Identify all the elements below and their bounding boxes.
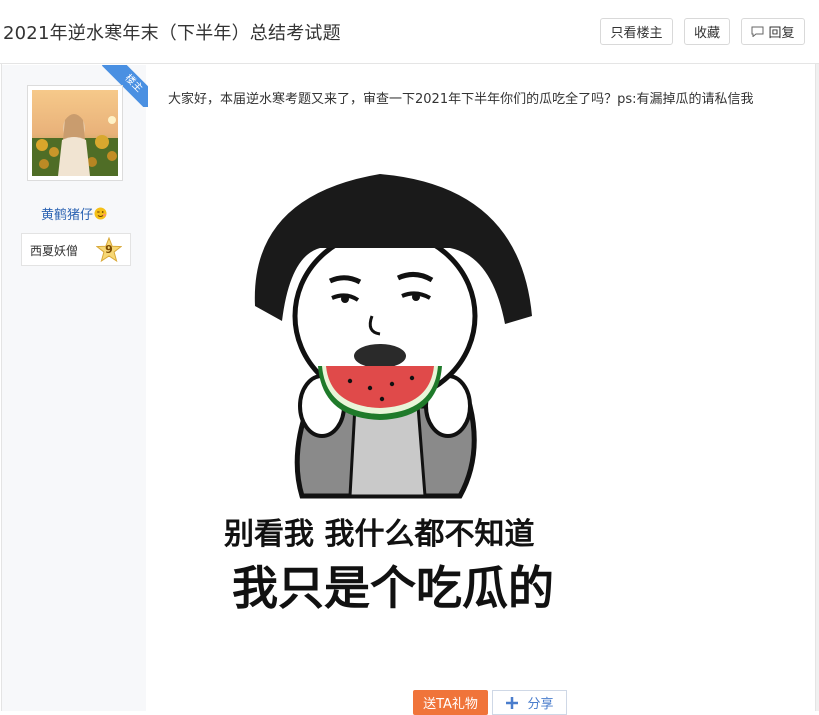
level-number: 9 [105, 243, 113, 256]
send-gift-button[interactable]: 送TA礼物 [413, 690, 488, 715]
post-text: 大家好，本届逆水寒考题又来了，审查一下2021年下半年你们的瓜吃全了吗？ps:有… [168, 92, 754, 107]
meme-caption-line1: 别看我 我什么都不知道 [224, 517, 534, 552]
author-name[interactable]: 黄鹤猪仔 [2, 204, 146, 223]
wink-emoji-icon [94, 207, 107, 220]
share-button[interactable]: 分享 [492, 690, 567, 715]
avatar[interactable] [27, 85, 123, 181]
comment-icon [751, 26, 764, 37]
page-title: 2021年逆水寒年末（下半年）总结考试题 [3, 23, 341, 44]
avatar-image [32, 90, 118, 176]
meme-image: 别看我 我什么都不知道 我只是个吃瓜的 [224, 174, 554, 615]
author-name-text[interactable]: 黄鹤猪仔 [41, 208, 93, 223]
favorite-button[interactable]: 收藏 [684, 18, 730, 45]
reply-button[interactable]: 回复 [741, 18, 805, 45]
meme-caption-line2: 我只是个吃瓜的 [232, 561, 554, 615]
only-op-button[interactable]: 只看楼主 [600, 18, 673, 45]
plus-icon [506, 696, 519, 709]
author-sidebar: 楼主 黄鹤猪仔 西夏妖僧 9 [2, 65, 148, 711]
post-header: 2021年逆水寒年末（下半年）总结考试题 只看楼主 收藏 回复 [0, 0, 819, 64]
level-badge-box: 西夏妖僧 9 [21, 233, 131, 266]
share-label: 分享 [527, 697, 554, 712]
level-title: 西夏妖僧 [30, 244, 79, 258]
reply-label: 回复 [768, 26, 795, 41]
